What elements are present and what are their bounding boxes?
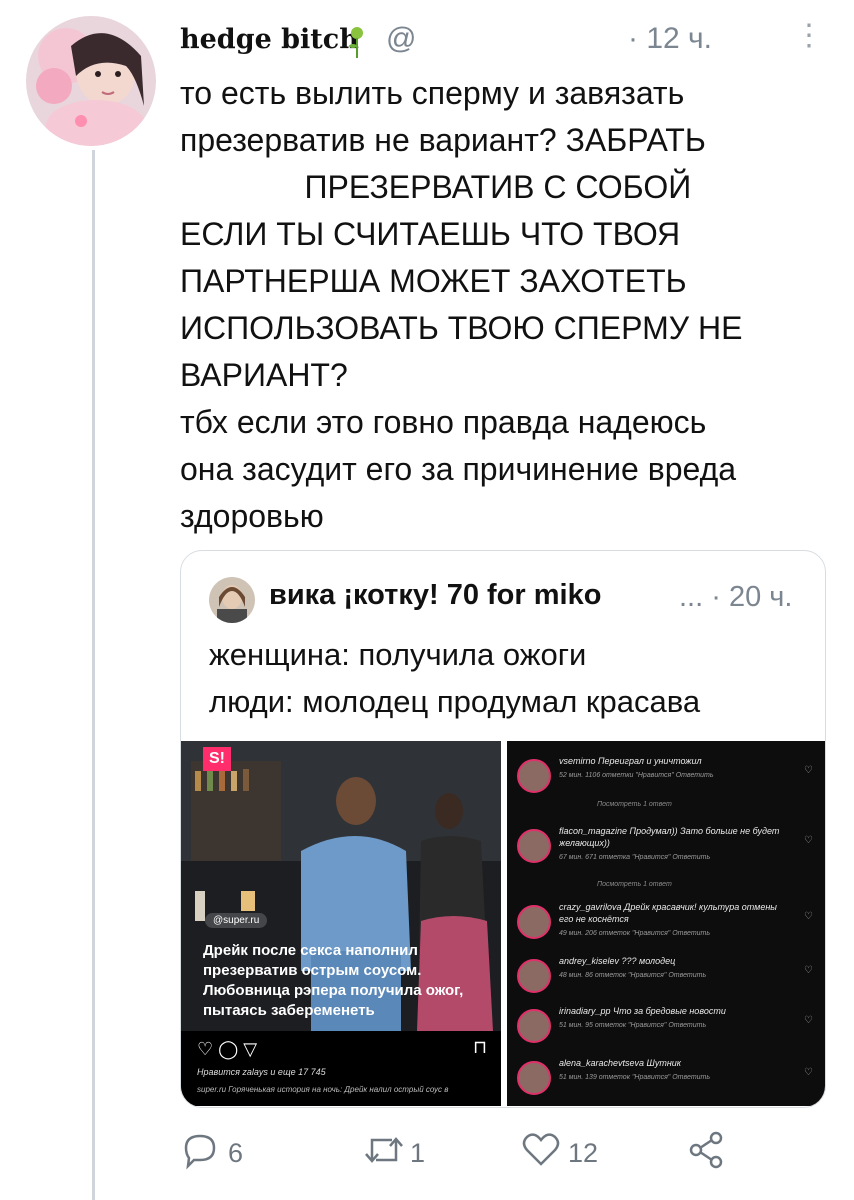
- handle[interactable]: @: [386, 22, 416, 56]
- retweet-count: 1: [410, 1138, 426, 1168]
- thread-line: [92, 150, 95, 1200]
- quoted-user-avatar[interactable]: [209, 577, 255, 623]
- tweet-text: то есть вылить сперму и завязать презерв…: [180, 70, 820, 540]
- user-avatar[interactable]: [26, 16, 156, 146]
- comment-text: irinadiary_pp Что за бредовые новости 51 …: [559, 1005, 789, 1032]
- post-headline: Дрейк после секса наполнил презерватив о…: [203, 942, 464, 1019]
- share-button[interactable]: [686, 1130, 726, 1178]
- tweet-line: то есть вылить сперму и завязать: [180, 75, 685, 111]
- tweet-line: ПРЕЗЕРВАТИВ С СОБОЙ: [180, 169, 692, 205]
- comment-avatar: [517, 1009, 551, 1043]
- post-caption: super.ru Горяченькая история на ночь: Др…: [197, 1085, 449, 1094]
- comment-avatar: [517, 829, 551, 863]
- quoted-tweet[interactable]: вика ¡котку! 70 for miko ... · 20 ч. жен…: [180, 550, 826, 1108]
- comment-text: vsemirno Переиграл и уничтожил 52 мин. 11…: [559, 755, 789, 782]
- source-label: @super.ru: [205, 913, 268, 928]
- reply-button[interactable]: 6: [180, 1130, 243, 1178]
- comment-item: crazy_gavrilova Дрейк красавчик! культур…: [517, 901, 817, 955]
- username[interactable]: hedge bitch: [180, 24, 359, 55]
- tweet-header: hedge bitch @ · 12 ч. ⋮: [180, 19, 824, 62]
- comment-item: flacon_magazine Продумал)) Зато больше н…: [517, 825, 817, 879]
- quoted-line: люди: молодец продумал красава: [209, 684, 701, 719]
- comment-avatar: [517, 759, 551, 793]
- instagram-post-image[interactable]: S! @super.ru Дрейк после секса наполнил …: [181, 741, 501, 1106]
- instagram-actions-icon[interactable]: ♡ ◯ ▽: [197, 1039, 257, 1060]
- comment-meta: 67 мин. 671 отметка "Нравится" Ответить: [559, 854, 711, 861]
- tweet-line: ЕСЛИ ТЫ СЧИТАЕШЬ ЧТО ТВОЯ: [180, 216, 681, 252]
- flower-emoji-icon: [348, 26, 366, 60]
- comment-item: irinadiary_pp Что за бредовые новости 51 …: [517, 1005, 817, 1059]
- comment-meta: 49 мин. 206 отметок "Нравится" Ответить: [559, 930, 711, 937]
- retweet-icon: [365, 1137, 403, 1163]
- comment-item: alena_karachevtseva Шутник 51 мин. 139 от…: [517, 1057, 817, 1106]
- comment-avatar: [517, 1061, 551, 1095]
- comment-item: andrey_kiselev ??? молодец 48 мин. 86 отм…: [517, 955, 817, 1009]
- like-button[interactable]: 12: [520, 1130, 598, 1178]
- tweet-actions: 6 1 12: [180, 1130, 820, 1180]
- bookmark-icon[interactable]: ⊓: [473, 1037, 487, 1058]
- comment-meta: 52 мин. 1106 отметки "Нравится" Ответить: [559, 772, 714, 779]
- timestamp[interactable]: · 12 ч.: [628, 22, 712, 56]
- quoted-username[interactable]: вика ¡котку! 70 for miko: [269, 579, 601, 612]
- comment-text: crazy_gavrilova Дрейк красавчик! культур…: [559, 901, 789, 940]
- tweet-line: презерватив не вариант? ЗАБРАТЬ: [180, 122, 706, 158]
- tweet-line: она засудит его за причинение вреда: [180, 451, 737, 487]
- heart-icon: ♡: [804, 1067, 813, 1078]
- retweet-button[interactable]: 1: [362, 1130, 425, 1178]
- tweet-line: здоровью: [180, 498, 324, 534]
- comment-text: flacon_magazine Продумал)) Зато больше н…: [559, 825, 789, 864]
- more-options-icon[interactable]: ⋮: [794, 18, 824, 53]
- tweet-line: ИСПОЛЬЗОВАТЬ ТВОЮ СПЕРМУ НЕ: [180, 310, 743, 346]
- comment-text: andrey_kiselev ??? молодец 48 мин. 86 отм…: [559, 955, 789, 982]
- view-replies: Посмотреть 1 ответ: [597, 801, 672, 808]
- tweet-line: ВАРИАНТ?: [180, 357, 348, 393]
- comment-meta: 48 мин. 86 отметок "Нравится" Ответить: [559, 972, 707, 979]
- heart-icon: [522, 1133, 560, 1166]
- heart-icon: ♡: [804, 765, 813, 776]
- like-count: 12: [568, 1138, 599, 1168]
- tweet-line: тбх если это говно правда надеюсь: [180, 404, 707, 440]
- quoted-text: женщина: получила ожоги люди: молодец пр…: [209, 631, 700, 725]
- quoted-line: женщина: получила ожоги: [209, 637, 587, 672]
- comment-text: alena_karachevtseva Шутник 51 мин. 139 от…: [559, 1057, 789, 1084]
- reply-icon: [184, 1134, 216, 1170]
- post-likes: Нравится zalays и еще 17 745: [197, 1067, 326, 1077]
- comment-meta: 51 мин. 139 отметок "Нравится" Ответить: [559, 1074, 711, 1081]
- heart-icon: ♡: [804, 835, 813, 846]
- tweet-line: ПАРТНЕРША МОЖЕТ ЗАХОТЕТЬ: [180, 263, 687, 299]
- comment-avatar: [517, 959, 551, 993]
- comment-meta: 51 мин. 95 отметок "Нравится" Ответить: [559, 1022, 707, 1029]
- share-icon: [689, 1131, 723, 1169]
- view-replies: Посмотреть 1 ответ: [597, 881, 672, 888]
- instagram-comments-image[interactable]: vsemirno Переиграл и уничтожил 52 мин. 11…: [507, 741, 825, 1106]
- comment-avatar: [517, 905, 551, 939]
- super-logo-badge: S!: [203, 747, 231, 771]
- heart-icon: ♡: [804, 911, 813, 922]
- quoted-timestamp: ... · 20 ч.: [679, 581, 793, 613]
- heart-icon: ♡: [804, 965, 813, 976]
- instagram-action-bar: ♡ ◯ ▽ ⊓ Нравится zalays и еще 17 745 sup…: [181, 1031, 501, 1106]
- reply-count: 6: [228, 1138, 244, 1168]
- heart-icon: ♡: [804, 1015, 813, 1026]
